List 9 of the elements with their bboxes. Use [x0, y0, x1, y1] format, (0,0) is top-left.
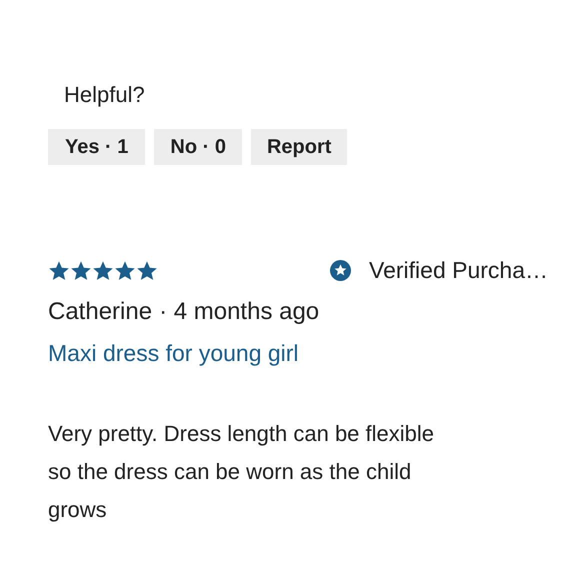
helpful-label: Helpful?: [64, 81, 145, 109]
report-button[interactable]: Report: [250, 129, 348, 165]
verified-label: Verified Purcha…: [369, 257, 548, 284]
review-title: Maxi dress for young girl: [48, 340, 299, 367]
review-text: Very pretty. Dress length can be flexible so the dress can be worn as the child grows: [48, 420, 436, 524]
review-date: · 4 months ago: [159, 298, 320, 326]
reviewer-name: Catherine: [48, 298, 152, 326]
yes-button[interactable]: Yes · 1: [48, 129, 146, 165]
no-button[interactable]: No · 0: [154, 129, 242, 165]
